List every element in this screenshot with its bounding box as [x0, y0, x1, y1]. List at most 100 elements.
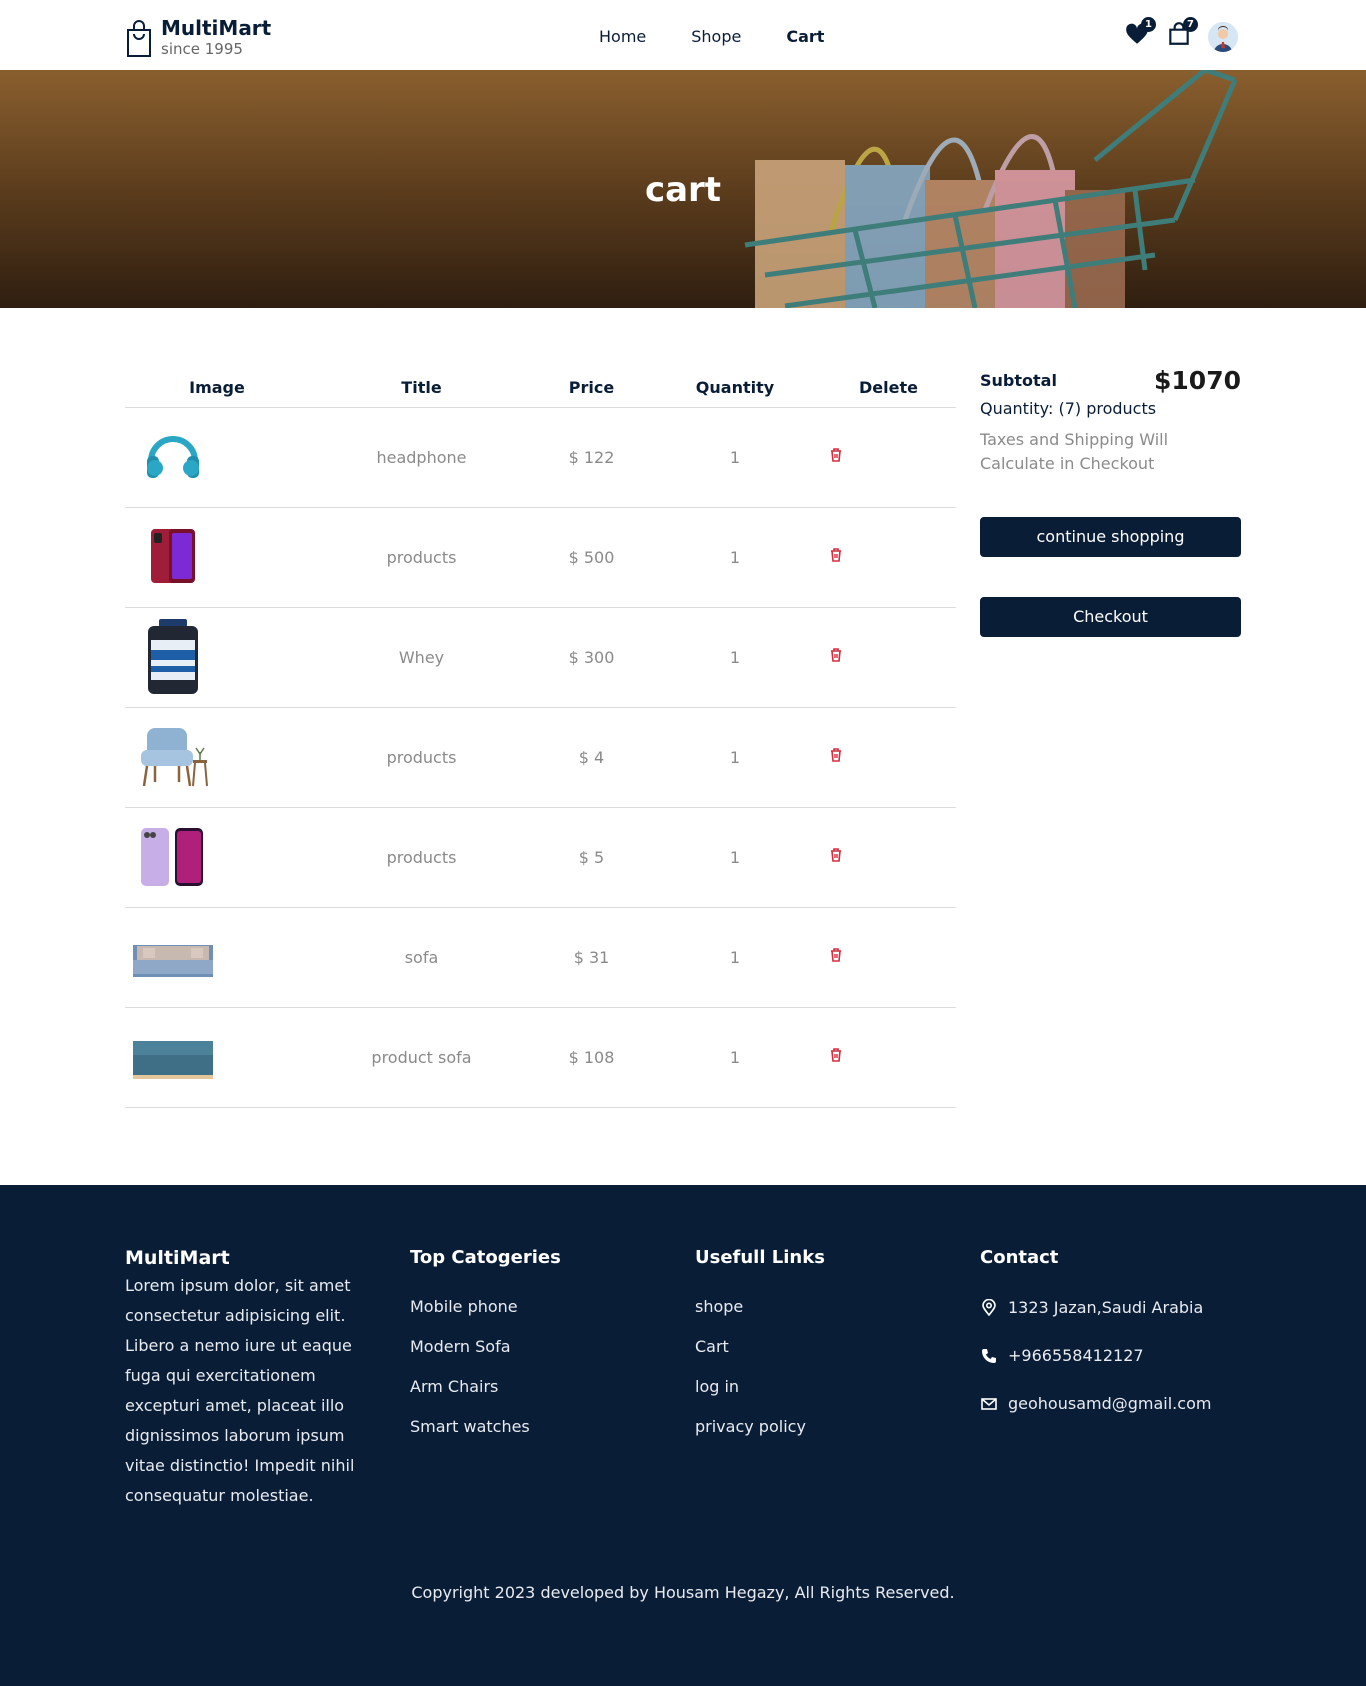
footer-category-link[interactable]: Smart watches	[410, 1417, 561, 1437]
checkout-button[interactable]: Checkout	[980, 597, 1241, 637]
footer-links: Usefull Links shope Cart log in privacy …	[695, 1245, 825, 1457]
footer-contact: Contact 1323 Jazan,Saudi Arabia +9665584…	[980, 1245, 1211, 1441]
footer-link[interactable]: Cart	[695, 1337, 825, 1357]
site-header: MultiMart since 1995 Home Shope Cart 1 7	[0, 0, 1366, 70]
product-quantity: 1	[729, 748, 741, 767]
site-footer: MultiMart Lorem ipsum dolor, sit amet co…	[0, 1185, 1366, 1686]
footer-description: Lorem ipsum dolor, sit amet consectetur …	[125, 1276, 355, 1505]
footer-link[interactable]: log in	[695, 1377, 825, 1397]
footer-brand: MultiMart	[125, 1247, 230, 1269]
column-header-price: Price	[568, 378, 615, 397]
shipping-note: Taxes and Shipping Will Calculate in Che…	[980, 430, 1169, 473]
user-avatar-icon	[1208, 22, 1238, 52]
footer-link[interactable]: privacy policy	[695, 1417, 825, 1437]
footer-categories-title: Top Catogeries	[410, 1247, 561, 1268]
cart-button[interactable]: 7	[1166, 17, 1198, 47]
cart-count-badge: 7	[1183, 17, 1198, 32]
contact-phone: +966558412127	[980, 1345, 1211, 1367]
shopping-bag-icon	[127, 20, 151, 57]
table-row: products $ 5 1	[125, 808, 956, 908]
wishlist-count-badge: 1	[1141, 17, 1156, 32]
continue-shopping-button[interactable]: continue shopping	[980, 517, 1241, 557]
column-header-image: Image	[189, 378, 245, 397]
table-row: sofa $ 31 1	[125, 908, 956, 1008]
footer-category-link[interactable]: Arm Chairs	[410, 1377, 561, 1397]
contact-address: 1323 Jazan,Saudi Arabia	[980, 1297, 1211, 1319]
subtotal-label: Subtotal	[980, 371, 1057, 390]
user-avatar[interactable]	[1208, 22, 1238, 52]
product-price: $ 500	[568, 548, 615, 567]
footer-contact-title: Contact	[980, 1247, 1059, 1268]
nav-home[interactable]: Home	[599, 26, 646, 48]
nav-shope[interactable]: Shope	[691, 26, 741, 48]
sofa-image	[133, 944, 213, 977]
footer-about: MultiMart Lorem ipsum dolor, sit amet co…	[125, 1245, 375, 1511]
delete-icon[interactable]	[828, 947, 844, 963]
contact-phone-text: +966558412127	[1008, 1346, 1144, 1365]
column-header-title: Title	[401, 378, 442, 397]
header-icons: 1 7	[1124, 16, 1238, 52]
phone-icon	[982, 1349, 996, 1363]
product-title: products	[386, 848, 457, 867]
product-price: $ 31	[573, 948, 610, 967]
product-price: $ 122	[568, 448, 615, 467]
table-row: Whey $ 300 1	[125, 608, 956, 708]
contact-email-text: geohousamd@gmail.com	[1008, 1394, 1212, 1413]
product-price: $ 300	[568, 648, 615, 667]
footer-links-title: Usefull Links	[695, 1247, 825, 1268]
delete-icon[interactable]	[828, 747, 844, 763]
whey-tub-image	[148, 618, 198, 694]
quantity-summary: Quantity: (7) products	[980, 399, 1157, 418]
column-header-delete: Delete	[859, 378, 918, 397]
copyright-text: Copyright 2023 developed by Housam Hegaz…	[411, 1583, 955, 1602]
subtotal-row: Subtotal $1070	[980, 366, 1241, 395]
product-price: $ 5	[578, 848, 605, 867]
delete-icon[interactable]	[828, 647, 844, 663]
product-price: $ 108	[568, 1048, 615, 1067]
column-header-quantity: Quantity	[695, 378, 775, 397]
product-title: Whey	[398, 648, 445, 667]
brand-name: MultiMart	[161, 16, 272, 40]
purple-phone-image	[141, 827, 203, 886]
page-title: cart	[644, 170, 722, 210]
delete-icon[interactable]	[828, 1047, 844, 1063]
product-quantity: 1	[729, 848, 741, 867]
mail-icon	[981, 1398, 997, 1410]
product-title: products	[386, 748, 457, 767]
table-row: headphone $ 122 1	[125, 408, 956, 508]
product-quantity: 1	[729, 948, 741, 967]
headphone-image	[147, 435, 199, 478]
product-quantity: 1	[729, 1048, 741, 1067]
product-title: sofa	[404, 948, 439, 967]
contact-email: geohousamd@gmail.com	[980, 1393, 1211, 1415]
cart-summary: Subtotal $1070 Quantity: (7) products Ta…	[980, 366, 1241, 637]
table-row: products $ 4 1	[125, 708, 956, 808]
delete-icon[interactable]	[828, 847, 844, 863]
red-phone-image	[151, 528, 195, 583]
table-row: product sofa $ 108 1	[125, 1008, 956, 1108]
brand-tagline: since 1995	[161, 40, 243, 58]
footer-category-link[interactable]: Modern Sofa	[410, 1337, 561, 1357]
footer-link[interactable]: shope	[695, 1297, 825, 1317]
arm-chair-image	[141, 727, 208, 786]
table-header: Image Title Price Quantity Delete	[125, 372, 956, 408]
product-title: products	[386, 548, 457, 567]
wishlist-button[interactable]: 1	[1124, 17, 1156, 47]
product-title: product sofa	[371, 1048, 472, 1067]
nav-cart[interactable]: Cart	[786, 26, 824, 48]
product-quantity: 1	[729, 448, 741, 467]
logo[interactable]: MultiMart since 1995	[125, 16, 271, 58]
delete-icon[interactable]	[828, 447, 844, 463]
footer-category-link[interactable]: Mobile phone	[410, 1297, 561, 1317]
subtotal-value: $1070	[1154, 366, 1241, 395]
main-nav: Home Shope Cart	[599, 26, 869, 48]
product-title: headphone	[376, 448, 467, 467]
footer-categories: Top Catogeries Mobile phone Modern Sofa …	[410, 1245, 561, 1457]
product-quantity: 1	[729, 548, 741, 567]
table-row: products $ 500 1	[125, 508, 956, 608]
cart-table: Image Title Price Quantity Delete headph…	[125, 372, 956, 1108]
delete-icon[interactable]	[828, 547, 844, 563]
teal-sofa-image	[133, 1040, 213, 1079]
contact-address-text: 1323 Jazan,Saudi Arabia	[1008, 1298, 1204, 1317]
product-price: $ 4	[578, 748, 605, 767]
